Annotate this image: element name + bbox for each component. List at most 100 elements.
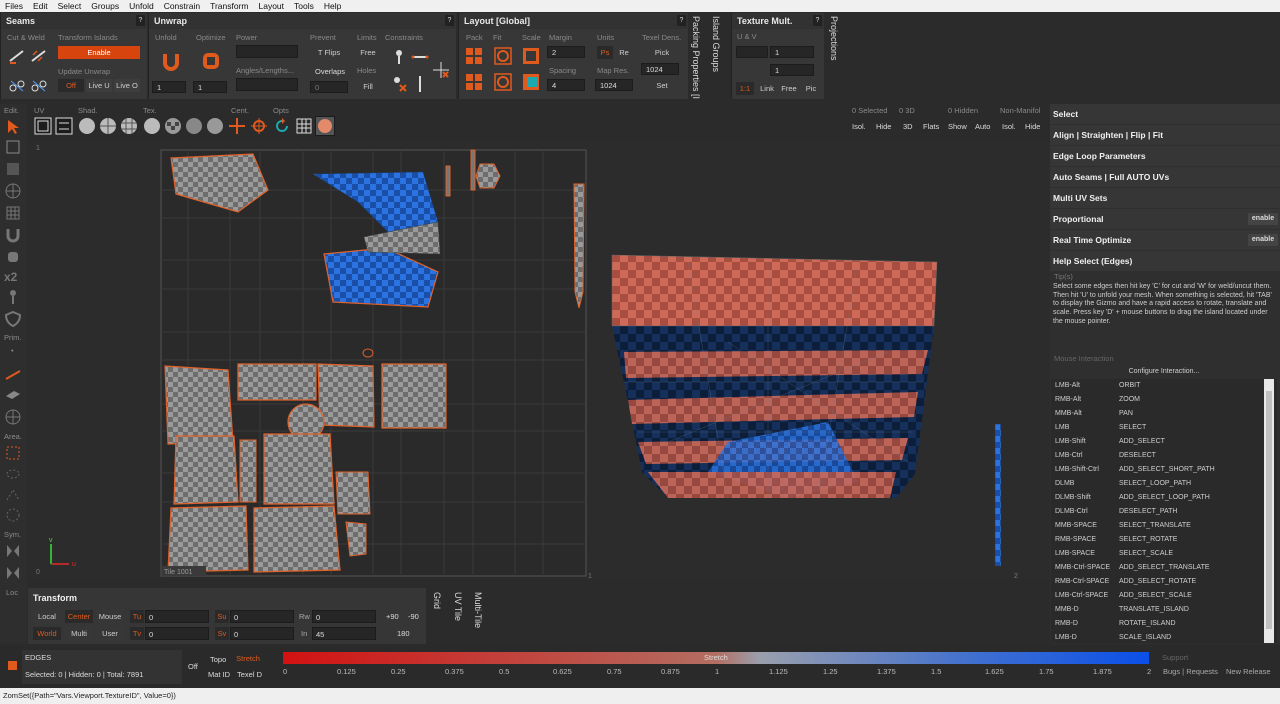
shading-wire-icon[interactable] (99, 117, 117, 135)
multi-uv-section[interactable]: Multi UV Sets (1050, 188, 1280, 208)
link-button[interactable]: Link (758, 82, 776, 95)
uv-island[interactable] (164, 365, 234, 445)
shading-flat-icon[interactable] (78, 117, 96, 135)
side-strip[interactable] (994, 423, 1002, 567)
fill-button[interactable]: Fill (355, 80, 381, 93)
island-groups-tab[interactable]: Island Groups (711, 16, 721, 72)
proportional-toggle[interactable]: enable (1248, 213, 1278, 225)
su-input[interactable]: 0 (230, 610, 294, 623)
menu-edit[interactable]: Edit (33, 1, 48, 11)
command-line[interactable]: ZomSet({Path="Vars.Viewport.TextureID", … (0, 688, 1280, 704)
live-u-button[interactable]: Live U (86, 79, 112, 92)
flats-button[interactable]: Flats (923, 122, 939, 131)
local-button[interactable]: Local (33, 610, 61, 623)
menu-tools[interactable]: Tools (294, 1, 314, 11)
uv-island[interactable] (335, 471, 371, 515)
t-flips-button[interactable]: T Flips (310, 46, 348, 59)
plane-tool-icon[interactable] (4, 386, 22, 404)
symmetry-local-icon[interactable] (4, 564, 22, 582)
enable-button[interactable]: Enable (58, 46, 140, 59)
pic-button[interactable]: Pic (802, 82, 820, 95)
cut-icon[interactable] (8, 47, 26, 65)
power-slider[interactable] (236, 45, 298, 58)
menu-files[interactable]: Files (5, 1, 23, 11)
select-section[interactable]: Select (1050, 104, 1280, 124)
free-button[interactable]: Free (355, 46, 381, 59)
mouse-button[interactable]: Mouse (96, 610, 124, 623)
set-button[interactable]: Set (647, 79, 677, 92)
magnet-icon[interactable] (4, 226, 22, 244)
uv-island[interactable] (253, 505, 341, 573)
bugs-requests-link[interactable]: Bugs | Requests (1163, 667, 1218, 676)
unfold-stepper[interactable]: 1 (152, 81, 186, 93)
mesh-rim[interactable] (611, 254, 938, 327)
in-input[interactable]: 45 (312, 627, 376, 640)
spacing-stepper[interactable]: 4 (547, 79, 585, 91)
pick-button[interactable]: Pick (647, 46, 677, 59)
off-button[interactable]: Off (58, 79, 84, 92)
multi-tile-tab[interactable]: Multi-Tile (473, 592, 483, 628)
uv-viewport[interactable]: v u 0 1 2 1 Tile 1001 (28, 142, 1050, 579)
projections-tab[interactable]: Projections (829, 16, 839, 61)
fit-origin-icon[interactable] (494, 73, 512, 91)
realtime-optimize-section[interactable]: Real Time Optimize enable (1050, 230, 1280, 250)
hide-button[interactable]: Hide (876, 122, 891, 131)
close-icon[interactable]: ? (677, 15, 686, 26)
rto-toggle[interactable]: enable (1248, 234, 1278, 246)
scale-icon[interactable] (522, 47, 540, 65)
unfold-icon[interactable] (161, 51, 181, 71)
live-o-button[interactable]: Live O (114, 79, 140, 92)
topo-button[interactable]: Topo (210, 655, 226, 664)
edge-select-icon[interactable] (4, 160, 22, 178)
free-tex-button[interactable]: Free (779, 82, 799, 95)
color-swatch[interactable] (315, 116, 335, 136)
straight-constraint-icon[interactable] (411, 48, 429, 66)
refresh-icon[interactable] (273, 117, 291, 135)
one-to-one-button[interactable]: 1:1 (736, 82, 754, 95)
proportional-section[interactable]: Proportional enable (1050, 209, 1280, 229)
v-stepper[interactable]: 1 (770, 64, 814, 76)
hide2-button[interactable]: Hide (1025, 122, 1040, 131)
align-section[interactable]: Align | Straighten | Flip | Fit (1050, 125, 1280, 145)
scale-p-icon[interactable] (522, 73, 540, 91)
circle-select-icon[interactable] (4, 506, 22, 524)
center-button[interactable]: Center (65, 610, 93, 623)
uv-island[interactable] (345, 521, 367, 557)
center-target-icon[interactable] (250, 117, 268, 135)
optimize-stepper[interactable]: 1 (193, 81, 227, 93)
uv-island[interactable] (445, 165, 451, 197)
center-cross-icon[interactable] (228, 117, 246, 135)
uv-island[interactable] (381, 363, 447, 429)
su-button[interactable]: Su (215, 610, 229, 623)
area-select-icon[interactable] (4, 444, 22, 462)
rotate-plus90-button[interactable]: +90 (386, 612, 399, 621)
status-off-button[interactable]: Off (188, 662, 198, 671)
uv-island[interactable] (167, 505, 249, 573)
packing-properties-tab[interactable]: Packing Properties [I (691, 16, 701, 99)
sv-button[interactable]: Sv (215, 627, 229, 640)
isolate-button[interactable]: Isol. (852, 122, 866, 131)
auto-seams-section[interactable]: Auto Seams | Full AUTO UVs (1050, 167, 1280, 187)
close-icon[interactable]: ? (136, 15, 145, 26)
globe-icon[interactable] (4, 408, 22, 426)
uv-split-icon[interactable] (55, 117, 73, 135)
margin-stepper[interactable]: 2 (547, 46, 585, 58)
uv-tile-tab[interactable]: UV Tile (453, 592, 463, 621)
pin-tool-icon[interactable] (4, 288, 22, 306)
isolate2-button[interactable]: Isol. (1002, 122, 1016, 131)
re-button[interactable]: Re (616, 46, 632, 59)
u-stepper[interactable]: 1 (770, 46, 814, 58)
menu-transform[interactable]: Transform (210, 1, 248, 11)
show-button[interactable]: Show (948, 122, 967, 131)
cut-loop-icon[interactable] (8, 77, 26, 95)
align-constraint-icon[interactable] (432, 61, 450, 79)
map-res-stepper[interactable]: 1024 (595, 79, 633, 91)
shield-icon[interactable] (4, 310, 22, 328)
checker-grid-icon[interactable] (295, 117, 313, 135)
menu-unfold[interactable]: Unfold (129, 1, 154, 11)
rotate-minus90-button[interactable]: -90 (408, 612, 419, 621)
pack-islands-icon[interactable] (465, 73, 483, 91)
close-icon[interactable]: ? (813, 15, 822, 26)
pin-icon[interactable] (390, 48, 408, 66)
rw-input[interactable]: 0 (312, 610, 376, 623)
